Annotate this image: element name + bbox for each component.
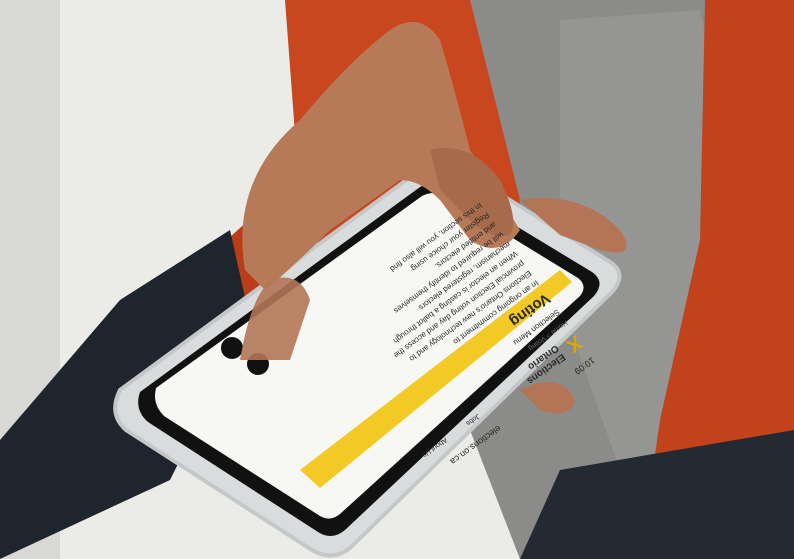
nav-jobs: Jobs: [464, 412, 481, 427]
photo-scene: 10:09 elections.on.ca X Elections Ontari…: [0, 0, 794, 559]
